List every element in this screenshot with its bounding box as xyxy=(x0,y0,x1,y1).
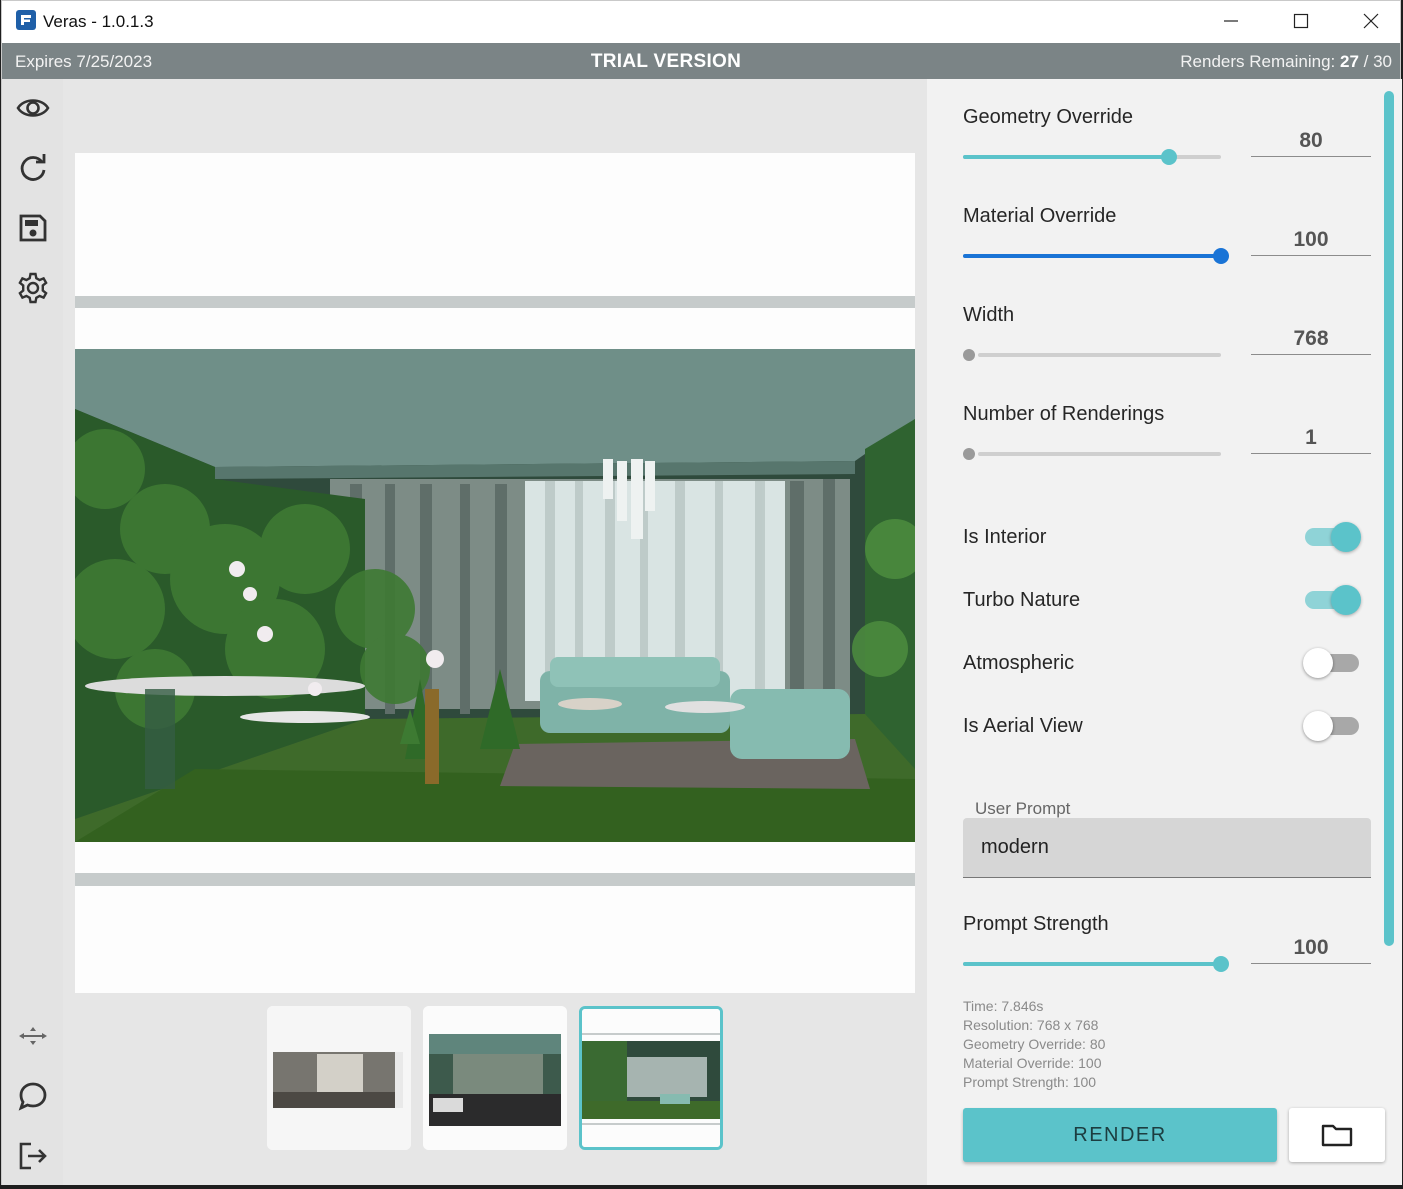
geometry-override-label: Geometry Override xyxy=(963,106,1134,128)
material-override-label: Material Override xyxy=(963,205,1117,227)
save-icon xyxy=(19,214,47,242)
slider-handle[interactable] xyxy=(963,448,975,460)
number-of-renderings-input[interactable]: 1 xyxy=(1251,414,1371,454)
rendered-interior-image xyxy=(75,349,915,842)
renders-used-count: 27 xyxy=(1339,52,1359,71)
atmospheric-toggle[interactable] xyxy=(1303,645,1363,678)
ceiling-rail-bottom xyxy=(75,873,915,886)
main-preview-area xyxy=(63,79,927,1185)
slider-handle[interactable] xyxy=(1213,248,1229,264)
geometry-override-slider[interactable] xyxy=(963,147,1221,167)
render-time: Time: 7.846s xyxy=(963,998,1044,1014)
prompt-strength-slider[interactable] xyxy=(963,954,1229,974)
logout-button[interactable] xyxy=(14,1137,52,1175)
veras-window: Veras - 1.0.1.3 Expires 7/25/2023 TRIAL … xyxy=(1,0,1402,1185)
save-button[interactable] xyxy=(14,209,52,247)
close-button[interactable] xyxy=(1336,1,1403,41)
eye-icon xyxy=(16,99,50,117)
move-button[interactable] xyxy=(14,1017,52,1055)
slider-handle[interactable] xyxy=(963,349,975,361)
logout-icon xyxy=(19,1142,47,1170)
left-toolbar xyxy=(2,79,63,1185)
prompt-strength-label: Prompt Strength xyxy=(963,913,1109,935)
renders-remaining: Renders Remaining: 27 / 30 xyxy=(1180,52,1392,72)
render-geometry-override: Geometry Override: 80 xyxy=(963,1036,1106,1052)
is-aerial-view-label: Is Aerial View xyxy=(963,715,1083,737)
thumbnail-2[interactable] xyxy=(423,1006,567,1150)
width-input[interactable]: 768 xyxy=(1251,315,1371,355)
open-folder-button[interactable] xyxy=(1289,1108,1385,1162)
minimize-button[interactable] xyxy=(1196,1,1266,41)
is-interior-toggle[interactable] xyxy=(1303,519,1363,552)
ceiling-rail-top xyxy=(75,296,915,308)
thumbnail-3-selected[interactable] xyxy=(579,1006,723,1150)
renders-remaining-label: Renders Remaining: xyxy=(1180,52,1336,71)
geometry-override-input[interactable]: 80 xyxy=(1251,117,1371,157)
refresh-button[interactable] xyxy=(14,149,52,187)
render-prompt-strength: Prompt Strength: 100 xyxy=(963,1074,1097,1090)
render-material-override: Material Override: 100 xyxy=(963,1055,1102,1071)
minimize-icon xyxy=(1224,20,1238,22)
render-resolution: Resolution: 768 x 768 xyxy=(963,1017,1099,1033)
render-preview xyxy=(75,153,915,993)
maximize-button[interactable] xyxy=(1266,1,1336,41)
preview-toggle-button[interactable] xyxy=(14,89,52,127)
slider-handle[interactable] xyxy=(1161,149,1178,165)
thumbnail-3-image xyxy=(582,1009,720,1147)
turbo-nature-toggle[interactable] xyxy=(1303,582,1363,615)
app-logo-icon xyxy=(16,10,36,30)
is-aerial-view-toggle[interactable] xyxy=(1303,708,1363,741)
thumbnail-1[interactable] xyxy=(267,1006,411,1150)
settings-button[interactable] xyxy=(14,269,52,307)
folder-icon xyxy=(1321,1124,1353,1147)
close-icon xyxy=(1363,13,1379,29)
settings-panel: Geometry Override 80 Material Override 1… xyxy=(927,79,1402,1185)
gear-icon xyxy=(18,272,48,304)
panel-scrollbar[interactable] xyxy=(1384,91,1394,946)
user-prompt-label: User Prompt xyxy=(975,799,1071,818)
material-override-slider[interactable] xyxy=(963,246,1229,266)
turbo-nature-label: Turbo Nature xyxy=(963,589,1081,611)
material-override-input[interactable]: 100 xyxy=(1251,216,1371,256)
prompt-strength-input[interactable]: 100 xyxy=(1251,924,1371,964)
width-label: Width xyxy=(963,304,1015,326)
user-prompt-input[interactable]: modern xyxy=(963,818,1371,878)
atmospheric-label: Atmospheric xyxy=(963,652,1075,674)
title-bar: Veras - 1.0.1.3 xyxy=(2,1,1400,43)
trial-version-label: TRIAL VERSION xyxy=(590,51,742,72)
render-button[interactable]: RENDER xyxy=(963,1108,1277,1162)
move-arrows-icon xyxy=(19,1027,47,1045)
width-slider[interactable] xyxy=(963,345,1221,365)
window-title: Veras - 1.0.1.3 xyxy=(43,12,154,31)
trial-bar: Expires 7/25/2023 TRIAL VERSION Renders … xyxy=(2,43,1400,79)
renders-separator: / xyxy=(1358,52,1374,71)
refresh-icon xyxy=(20,154,46,181)
number-of-renderings-label: Number of Renderings xyxy=(963,403,1165,425)
slider-handle[interactable] xyxy=(1213,956,1229,972)
maximize-icon xyxy=(1293,13,1309,29)
render-info: Time: 7.846s Resolution: 768 x 768 Geome… xyxy=(963,997,1105,1092)
number-of-renderings-slider[interactable] xyxy=(963,444,1221,464)
is-interior-label: Is Interior xyxy=(963,526,1047,548)
renders-total-count: 30 xyxy=(1373,52,1392,71)
chat-button[interactable] xyxy=(14,1077,52,1115)
thumbnail-2-image xyxy=(423,1006,567,1150)
thumbnail-1-image xyxy=(267,1006,411,1150)
chat-icon xyxy=(18,1082,47,1111)
